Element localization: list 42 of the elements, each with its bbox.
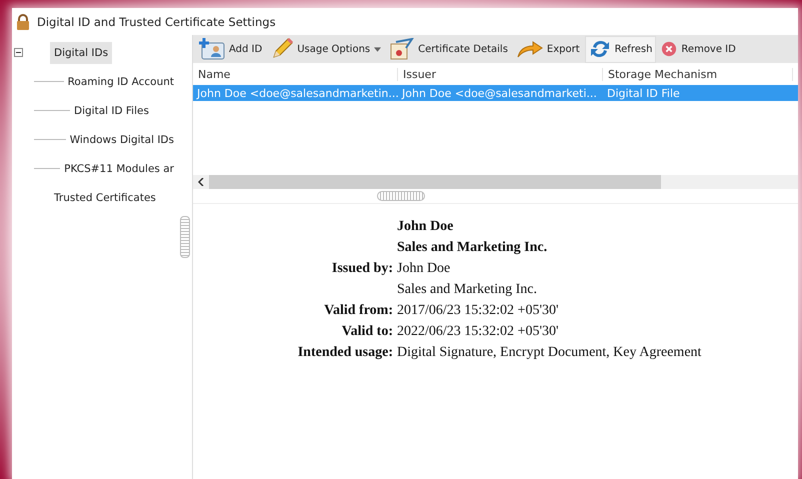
tree-item[interactable]: Digital IDs [50, 42, 112, 64]
close-icon [661, 41, 678, 57]
field-label: Issued by: [332, 260, 393, 276]
field-label: Valid to: [342, 324, 393, 338]
scrollbar-thumb[interactable] [209, 175, 661, 189]
add-user-icon [199, 38, 225, 60]
caret-icon [374, 46, 382, 52]
field-label: Intended usage: [298, 344, 393, 360]
field-value: Digital Signature, Encrypt Document, Key Agreement [397, 344, 702, 360]
toolbar-button[interactable]: Refresh [584, 36, 656, 62]
column-header[interactable]: Issuer [398, 68, 603, 80]
toolbar-button[interactable]: Remove ID [657, 36, 740, 62]
splitter-handle[interactable] [376, 191, 424, 201]
toolbar-button[interactable]: Usage Options [267, 36, 386, 62]
table-cell-text: Digital ID File [606, 86, 681, 100]
pencil-icon [271, 38, 294, 60]
table-cell-text: John Doe <doe@salesandmarketin... [196, 86, 398, 100]
field-value: 2022/06/23 15:32:02 +05'30' [397, 324, 558, 340]
tree-item[interactable]: Trusted Certificates [50, 186, 160, 208]
tree-item[interactable]: PKCS#11 Modules ar [60, 158, 178, 180]
column-header[interactable]: Storage Mechanism [603, 68, 793, 80]
field-label: Valid from: [324, 302, 393, 318]
tree-item[interactable]: Digital ID Files [70, 100, 153, 122]
toolbar-button[interactable]: Certificate Details [386, 36, 512, 62]
table-cell-text: John Doe <doe@salesandmarketi... [400, 86, 598, 100]
refresh-icon [588, 38, 611, 60]
tree-item[interactable]: Roaming ID Account [64, 70, 178, 92]
field-value: 2017/06/23 15:32:02 +05'30' [397, 302, 558, 318]
arrow-icon [516, 40, 543, 58]
lock-icon [16, 14, 30, 30]
field-value: John Doe [397, 260, 450, 276]
certificate-icon [390, 38, 414, 60]
toolbar-button[interactable]: Add ID [195, 36, 266, 62]
column-header[interactable]: Name [193, 68, 398, 80]
splitter-handle[interactable] [180, 216, 190, 258]
tree-item[interactable]: Windows Digital IDs [66, 128, 178, 150]
field-value: Sales and Marketing Inc. [397, 282, 537, 298]
field-value: John Doe [397, 218, 454, 234]
toolbar-button[interactable]: Export [512, 36, 584, 62]
field-value: Sales and Marketing Inc. [397, 240, 548, 256]
collapse-icon[interactable] [14, 48, 23, 57]
window-title: Digital ID and Trusted Certificate Settings [37, 14, 276, 28]
